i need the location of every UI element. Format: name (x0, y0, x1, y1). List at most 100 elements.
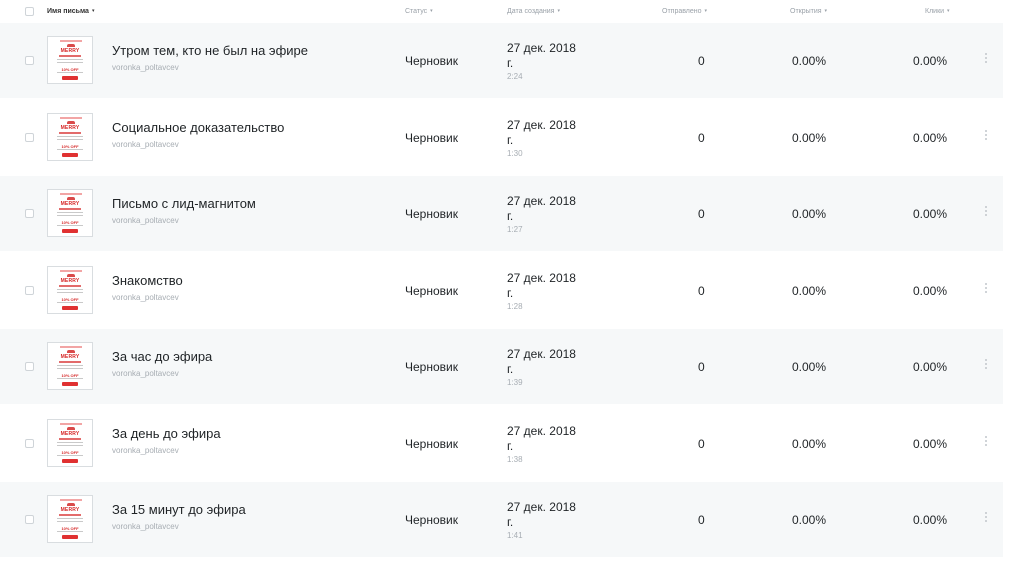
email-status: Черновик (405, 283, 458, 298)
email-thumbnail[interactable]: MERRY 10% OFF (47, 36, 93, 84)
created-date-suffix: г. (507, 362, 514, 376)
row-checkbox[interactable] (25, 515, 34, 524)
column-header-clicks[interactable]: Клики ▾ (925, 8, 950, 15)
thumbnail-button (62, 382, 78, 386)
more-options-icon[interactable] (982, 359, 990, 373)
created-date: 27 дек. 2018 (507, 194, 576, 208)
sort-caret-icon: ▾ (430, 8, 433, 14)
thumbnail-title: MERRY (60, 507, 80, 513)
more-options-icon[interactable] (982, 435, 990, 450)
thumbnail-title: MERRY (60, 354, 80, 360)
thumbnail-text-line (57, 518, 83, 519)
opens-rate: 0.00% (792, 360, 827, 374)
thumbnail-button (62, 76, 78, 80)
opens-rate: 0.00% (792, 130, 827, 145)
email-sender: voronka_poltavcev (112, 63, 179, 72)
email-name[interactable]: Письмо с лид-магнитом (112, 196, 256, 211)
more-options-icon[interactable] (982, 282, 990, 297)
created-time: 1:30 (507, 148, 523, 158)
more-options-icon[interactable] (982, 512, 990, 526)
created-date: 27 дек. 2018 (507, 423, 576, 438)
table-row[interactable]: MERRY 10% OFF Социальное доказательство … (0, 100, 1003, 175)
created-time: 2:24 (507, 72, 523, 81)
sort-caret-icon: ▾ (557, 8, 560, 14)
clicks-rate: 0.00% (913, 207, 948, 221)
created-date-suffix: г. (507, 56, 514, 70)
thumbnail-subtitle-bar (59, 131, 81, 134)
created-date-suffix: г. (507, 285, 514, 300)
select-all-checkbox[interactable] (25, 7, 34, 16)
row-checkbox[interactable] (25, 285, 34, 295)
row-checkbox[interactable] (25, 362, 34, 371)
more-options-icon[interactable] (982, 206, 990, 220)
thumbnail-text-line (57, 291, 83, 293)
email-thumbnail[interactable]: MERRY 10% OFF (47, 265, 93, 314)
column-header-opens[interactable]: Открытия ▾ (790, 8, 827, 15)
email-name[interactable]: Знакомство (112, 273, 183, 288)
sent-count: 0 (698, 436, 705, 451)
clicks-rate: 0.00% (913, 360, 948, 374)
thumbnail-subtitle-bar (59, 284, 81, 287)
email-sender: voronka_poltavcev (112, 522, 179, 531)
created-date-suffix: г. (507, 209, 514, 223)
sort-caret-icon: ▾ (824, 8, 828, 14)
thumbnail-banner (60, 116, 82, 119)
thumbnail-text-line (57, 301, 83, 303)
column-header-created[interactable]: Дата создания ▾ (507, 8, 560, 15)
email-status: Черновик (405, 436, 458, 451)
table-row[interactable]: MERRY 10% OFF За час до эфира voronka_po… (0, 329, 1003, 404)
thumbnail-text-line (57, 59, 83, 60)
email-name[interactable]: За 15 минут до эфира (112, 502, 246, 517)
email-thumbnail[interactable]: MERRY 10% OFF (47, 112, 93, 161)
opens-rate: 0.00% (792, 54, 827, 68)
row-checkbox[interactable] (25, 132, 34, 142)
email-thumbnail[interactable]: MERRY 10% OFF (47, 189, 93, 237)
thumbnail-subtitle-bar (59, 55, 81, 57)
email-sender: voronka_poltavcev (112, 292, 179, 302)
email-name[interactable]: За час до эфира (112, 349, 212, 364)
email-thumbnail[interactable]: MERRY 10% OFF (47, 418, 93, 467)
email-thumbnail[interactable]: MERRY 10% OFF (47, 342, 93, 390)
email-name[interactable]: Социальное доказательство (112, 120, 284, 135)
row-checkbox[interactable] (25, 438, 34, 448)
email-thumbnail[interactable]: MERRY 10% OFF (47, 495, 93, 543)
created-time: 1:28 (507, 301, 523, 311)
email-name[interactable]: За день до эфира (112, 426, 221, 441)
thumbnail-banner (60, 193, 82, 195)
table-row[interactable]: MERRY 10% OFF За день до эфира voronka_p… (0, 406, 1003, 481)
created-time: 1:27 (507, 225, 523, 234)
more-options-icon[interactable] (982, 129, 990, 144)
thumbnail-banner (60, 346, 82, 348)
thumbnail-text-line (57, 454, 83, 456)
thumbnail-hat-icon (67, 350, 75, 353)
thumbnail-title: MERRY (60, 277, 80, 284)
thumbnail-text-line (57, 368, 83, 369)
created-date: 27 дек. 2018 (507, 41, 576, 55)
thumbnail-subtitle-bar (59, 361, 81, 363)
thumbnail-text-line (57, 135, 83, 137)
clicks-rate: 0.00% (913, 513, 948, 527)
thumbnail-banner (60, 422, 82, 425)
column-header-status[interactable]: Статус ▾ (405, 8, 433, 15)
thumbnail-title: MERRY (60, 124, 80, 131)
thumbnail-title: MERRY (60, 201, 80, 207)
table-row[interactable]: MERRY 10% OFF Утром тем, кто не был на э… (0, 23, 1003, 98)
clicks-rate: 0.00% (913, 436, 948, 451)
email-status: Черновик (405, 513, 458, 527)
row-checkbox[interactable] (25, 56, 34, 65)
thumbnail-text-line (57, 288, 83, 290)
table-row[interactable]: MERRY 10% OFF За 15 минут до эфира voron… (0, 482, 1003, 557)
table-row[interactable]: MERRY 10% OFF Письмо с лид-магнитом voro… (0, 176, 1003, 251)
email-name[interactable]: Утром тем, кто не был на эфире (112, 43, 308, 58)
column-header-name[interactable]: Имя письма ▾ (47, 8, 94, 15)
thumbnail-banner (60, 269, 82, 272)
thumbnail-button (62, 152, 78, 157)
column-header-sent[interactable]: Отправлено ▾ (662, 8, 707, 15)
row-checkbox[interactable] (25, 209, 34, 218)
thumbnail-text-line (57, 378, 83, 379)
sort-caret-icon: ▾ (947, 8, 950, 14)
more-options-icon[interactable] (982, 53, 990, 67)
thumbnail-button (62, 305, 78, 310)
email-status: Черновик (405, 54, 458, 68)
table-row[interactable]: MERRY 10% OFF Знакомство voronka_poltavc… (0, 253, 1003, 328)
